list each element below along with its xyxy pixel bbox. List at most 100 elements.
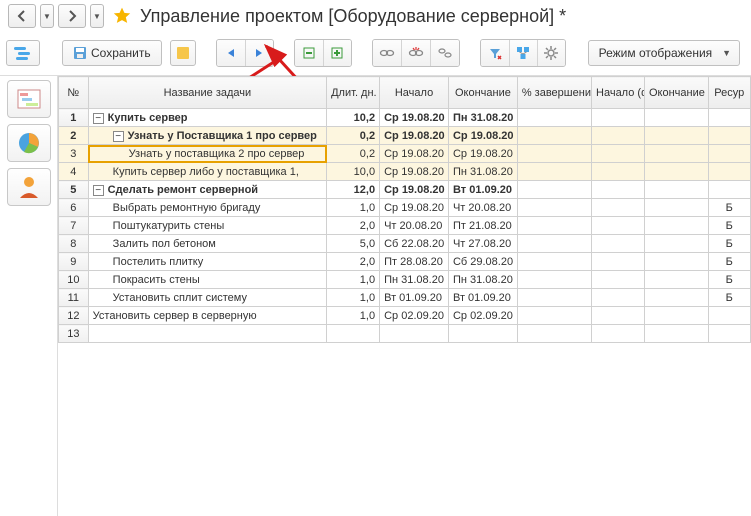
cell-res[interactable] — [708, 127, 750, 145]
note-button[interactable] — [170, 40, 196, 66]
cell-res[interactable] — [708, 109, 750, 127]
cell-res[interactable] — [708, 163, 750, 181]
cell-pct[interactable] — [517, 217, 591, 235]
cell-end[interactable]: Вт 01.09.20 — [448, 289, 517, 307]
back-button[interactable] — [8, 4, 36, 28]
cell-ef[interactable] — [645, 127, 709, 145]
cell-sf[interactable] — [592, 307, 645, 325]
task-name-cell[interactable]: Постелить плитку — [88, 253, 326, 271]
cell-res[interactable] — [708, 145, 750, 163]
cell-ef[interactable] — [645, 199, 709, 217]
cell-dur[interactable] — [327, 325, 380, 343]
row-number[interactable]: 1 — [59, 109, 89, 127]
row-number[interactable]: 6 — [59, 199, 89, 217]
col-start[interactable]: Начало — [380, 77, 449, 109]
cell-sf[interactable] — [592, 253, 645, 271]
table-row[interactable]: 6Выбрать ремонтную бригаду1,0Ср 19.08.20… — [59, 199, 751, 217]
cell-res[interactable] — [708, 325, 750, 343]
cell-sf[interactable] — [592, 289, 645, 307]
cell-start[interactable] — [380, 325, 449, 343]
task-name-cell[interactable]: Купить сервер либо у поставщика 1, — [88, 163, 326, 181]
col-pct[interactable]: % завершения — [517, 77, 591, 109]
task-name-cell[interactable]: Выбрать ремонтную бригаду — [88, 199, 326, 217]
task-name-cell[interactable]: Установить сплит систему — [88, 289, 326, 307]
favorite-star-icon[interactable] — [112, 6, 132, 26]
cell-pct[interactable] — [517, 145, 591, 163]
table-row[interactable]: 2−Узнать у Поставщика 1 про сервер0,2Ср … — [59, 127, 751, 145]
cell-ef[interactable] — [645, 181, 709, 199]
cell-res[interactable]: Б — [708, 253, 750, 271]
table-row[interactable]: 3Узнать у поставщика 2 про сервер0,2Ср 1… — [59, 145, 751, 163]
cell-start[interactable]: Ср 19.08.20 — [380, 163, 449, 181]
cell-ef[interactable] — [645, 289, 709, 307]
indent-button[interactable] — [245, 40, 273, 66]
col-end-fact[interactable]: Окончание (факт.) — [645, 77, 709, 109]
table-row[interactable]: 5−Сделать ремонт серверной12,0Ср 19.08.2… — [59, 181, 751, 199]
col-resource[interactable]: Ресур — [708, 77, 750, 109]
cell-dur[interactable]: 5,0 — [327, 235, 380, 253]
settings-button[interactable] — [537, 40, 565, 66]
cell-pct[interactable] — [517, 253, 591, 271]
cell-pct[interactable] — [517, 181, 591, 199]
cell-sf[interactable] — [592, 325, 645, 343]
cell-end[interactable]: Вт 01.09.20 — [448, 181, 517, 199]
row-number[interactable]: 11 — [59, 289, 89, 307]
cell-start[interactable]: Ср 19.08.20 — [380, 109, 449, 127]
task-name-cell[interactable]: −Купить сервер — [88, 109, 326, 127]
collapse-toggle-icon[interactable]: − — [93, 185, 104, 196]
cell-end[interactable]: Чт 27.08.20 — [448, 235, 517, 253]
cell-sf[interactable] — [592, 181, 645, 199]
task-name-cell[interactable]: −Сделать ремонт серверной — [88, 181, 326, 199]
cell-sf[interactable] — [592, 109, 645, 127]
cell-dur[interactable]: 2,0 — [327, 217, 380, 235]
cell-res[interactable]: Б — [708, 235, 750, 253]
cell-sf[interactable] — [592, 163, 645, 181]
cell-end[interactable]: Пт 21.08.20 — [448, 217, 517, 235]
cell-start[interactable]: Ср 02.09.20 — [380, 307, 449, 325]
cell-ef[interactable] — [645, 271, 709, 289]
link-button[interactable] — [373, 40, 401, 66]
cell-sf[interactable] — [592, 145, 645, 163]
cell-end[interactable] — [448, 325, 517, 343]
forward-button[interactable] — [58, 4, 86, 28]
task-name-cell[interactable]: Узнать у поставщика 2 про сервер — [88, 145, 326, 163]
cell-pct[interactable] — [517, 127, 591, 145]
cell-sf[interactable] — [592, 199, 645, 217]
filter-button[interactable] — [481, 40, 509, 66]
cell-dur[interactable]: 1,0 — [327, 271, 380, 289]
col-num[interactable]: № — [59, 77, 89, 109]
cell-start[interactable]: Ср 19.08.20 — [380, 127, 449, 145]
cell-pct[interactable] — [517, 325, 591, 343]
cell-ef[interactable] — [645, 145, 709, 163]
table-row[interactable]: 11Установить сплит систему1,0Вт 01.09.20… — [59, 289, 751, 307]
row-number[interactable]: 12 — [59, 307, 89, 325]
cell-res[interactable]: Б — [708, 289, 750, 307]
cell-end[interactable]: Ср 19.08.20 — [448, 145, 517, 163]
task-name-cell[interactable]: −Узнать у Поставщика 1 про сервер — [88, 127, 326, 145]
cell-start[interactable]: Чт 20.08.20 — [380, 217, 449, 235]
chain-button[interactable] — [430, 40, 459, 66]
cell-sf[interactable] — [592, 127, 645, 145]
cell-res[interactable] — [708, 307, 750, 325]
row-number[interactable]: 13 — [59, 325, 89, 343]
cell-start[interactable]: Ср 19.08.20 — [380, 199, 449, 217]
cell-end[interactable]: Ср 02.09.20 — [448, 307, 517, 325]
row-number[interactable]: 9 — [59, 253, 89, 271]
cell-dur[interactable]: 10,2 — [327, 109, 380, 127]
table-row[interactable]: 10Покрасить стены1,0Пн 31.08.20Пн 31.08.… — [59, 271, 751, 289]
task-name-cell[interactable] — [88, 325, 326, 343]
side-chart-button[interactable] — [7, 124, 51, 162]
unlink-button[interactable] — [401, 40, 430, 66]
cell-sf[interactable] — [592, 235, 645, 253]
cell-pct[interactable] — [517, 289, 591, 307]
cell-ef[interactable] — [645, 235, 709, 253]
col-name[interactable]: Название задачи — [88, 77, 326, 109]
table-row[interactable]: 13 — [59, 325, 751, 343]
cell-ef[interactable] — [645, 109, 709, 127]
back-dropdown[interactable]: ▼ — [40, 4, 54, 28]
collapse-toggle-icon[interactable]: − — [93, 113, 104, 124]
cell-start[interactable]: Вт 01.09.20 — [380, 289, 449, 307]
cell-ef[interactable] — [645, 163, 709, 181]
table-row[interactable]: 1−Купить сервер10,2Ср 19.08.20Пн 31.08.2… — [59, 109, 751, 127]
cell-start[interactable]: Пт 28.08.20 — [380, 253, 449, 271]
